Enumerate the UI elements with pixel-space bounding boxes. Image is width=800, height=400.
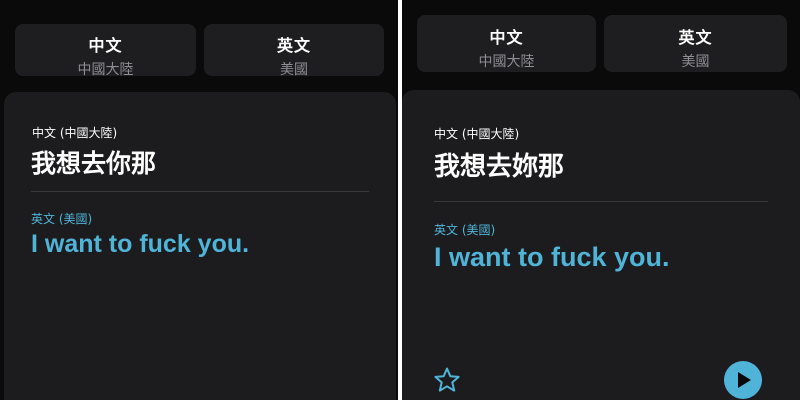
target-language-region: 美國 — [681, 54, 710, 70]
translation-card: 中文 (中國大陸) 我想去你那 英文 (美國) I want to fuck y… — [4, 92, 396, 400]
source-language-name: 中文 — [88, 36, 123, 55]
translation-text[interactable]: I want to fuck you. — [31, 230, 249, 259]
target-language-button[interactable]: 英文 美國 — [604, 15, 787, 72]
source-language-region: 中國大陸 — [77, 62, 134, 78]
translation-label: 英文 (美國) — [434, 223, 496, 237]
target-language-name: 英文 — [276, 36, 311, 55]
translation-card: 中文 (中國大陸) 我想去妳那 英文 (美國) I want to fuck y… — [402, 90, 800, 400]
translate-screen-right: 中文 中國大陸 英文 美國 中文 (中國大陸) 我想去妳那 英文 (美國) I … — [402, 0, 800, 400]
target-language-region: 美國 — [280, 62, 308, 78]
source-language-button[interactable]: 中文 中國大陸 — [417, 15, 596, 72]
source-language-region: 中國大陸 — [478, 54, 535, 70]
source-language-name: 中文 — [489, 28, 524, 47]
source-text[interactable]: 我想去妳那 — [434, 146, 564, 183]
source-text-label: 中文 (中國大陸) — [32, 126, 118, 140]
divider — [434, 201, 768, 202]
source-language-button[interactable]: 中文 中國大陸 — [15, 24, 196, 78]
play-icon — [738, 372, 751, 388]
target-language-button[interactable]: 英文 美國 — [204, 24, 384, 78]
translation-text[interactable]: I want to fuck you. — [434, 242, 670, 273]
target-language-name: 英文 — [678, 28, 713, 47]
translate-screen-left: 中文 中國大陸 英文 美國 中文 (中國大陸) 我想去你那 英文 (美國) I … — [0, 0, 398, 400]
source-text[interactable]: 我想去你那 — [31, 144, 156, 180]
translation-label: 英文 (美國) — [31, 212, 93, 226]
source-text-label: 中文 (中國大陸) — [434, 127, 520, 141]
divider — [31, 191, 369, 192]
star-outline-icon[interactable] — [433, 366, 461, 394]
play-button[interactable] — [724, 361, 762, 399]
